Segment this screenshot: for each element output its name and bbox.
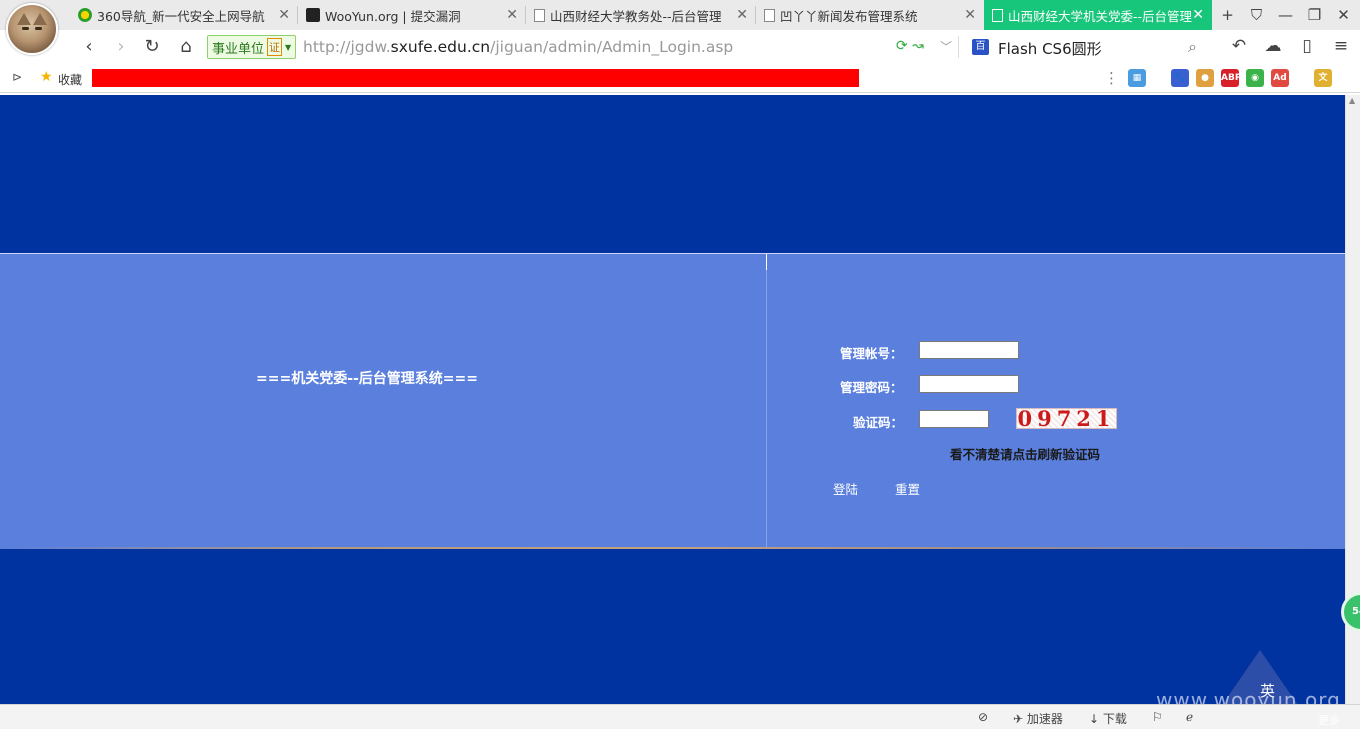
captcha-image[interactable]: 09721	[1016, 408, 1117, 429]
login-page: ===机关党委--后台管理系统=== 管理帐号： 管理密码： 验证码： 0972…	[0, 95, 1345, 704]
tab-close-icon[interactable]: ✕	[506, 7, 518, 23]
username-label: 管理帐号：	[840, 346, 903, 361]
mobile-icon[interactable]: ▯	[1294, 36, 1320, 56]
tab-label: WooYun.org | 提交漏洞	[325, 8, 461, 24]
url-field[interactable]: http://jgdw.sxufe.edu.cn/jiguan/admin/Ad…	[303, 38, 733, 56]
username-input[interactable]	[919, 341, 1019, 359]
tab-360-nav[interactable]: 360导航_新一代安全上网导航 ✕	[70, 0, 298, 30]
cat-eye-icon	[22, 27, 29, 30]
rss-ext-icon[interactable]: ◉	[1246, 69, 1264, 87]
divider	[958, 36, 959, 58]
wooyun-icon	[306, 8, 320, 22]
tab-close-icon[interactable]: ✕	[964, 7, 976, 23]
page-icon	[764, 8, 775, 22]
url-host: sxufe.edu.cn	[390, 38, 491, 56]
minimize-button[interactable]: —	[1271, 6, 1300, 24]
tab-label: 360导航_新一代安全上网导航	[97, 8, 265, 24]
search-engine-icon[interactable]: 百	[972, 39, 989, 55]
tab-label: 山西财经大学机关党委--后台管理	[1008, 8, 1193, 24]
sidebar-toggle-icon[interactable]: ⊳	[12, 70, 22, 84]
status-ie-icon[interactable]: ℯ	[1186, 710, 1193, 724]
site-cert-badge[interactable]: 事业单位 证 ▼	[207, 35, 297, 59]
browser-360-icon	[78, 8, 92, 22]
undo-close-button[interactable]: ↶	[1226, 36, 1252, 56]
refresh-captcha-link[interactable]: 看不清楚请点击刷新验证码	[950, 444, 1100, 463]
back-button[interactable]: ‹	[78, 36, 100, 57]
cat-ear-icon	[33, 13, 47, 25]
captcha-input[interactable]	[919, 410, 989, 428]
page-icon	[534, 8, 545, 22]
cloud-sync-icon[interactable]: ☁	[1260, 36, 1286, 56]
maximize-button[interactable]: ❐	[1300, 6, 1329, 24]
tab-jgdw-admin[interactable]: 山西财经大学机关党委--后台管理 ✕	[984, 0, 1212, 30]
status-bar: ⊘ ✈ 加速器 ↓ 下载 ⚐ ℯ 更多	[0, 704, 1360, 729]
search-input[interactable]: Flash CS6圆形	[998, 38, 1102, 59]
tab-close-icon[interactable]: ✕	[1192, 7, 1204, 23]
apps-ext-icon[interactable]: ▦	[1128, 69, 1146, 87]
cat-eye-icon	[35, 27, 42, 30]
new-tab-button[interactable]: +	[1213, 6, 1242, 24]
paw-ext-icon[interactable]: 🐾	[1171, 69, 1189, 87]
tab-jwc-admin[interactable]: 山西财经大学教务处--后台管理 ✕	[526, 0, 756, 30]
cookie-ext-icon[interactable]: ●	[1196, 69, 1214, 87]
tab-bar: 360导航_新一代安全上网导航 ✕ WooYun.org | 提交漏洞 ✕ 山西…	[0, 0, 1360, 55]
system-title: ===机关党委--后台管理系统===	[256, 371, 479, 387]
cat-ear-icon	[17, 13, 31, 25]
tab-label: 山西财经大学教务处--后台管理	[550, 8, 722, 24]
adblock-ext-icon[interactable]: ABP	[1221, 69, 1241, 87]
login-button[interactable]: 登陆	[833, 479, 858, 498]
reset-button[interactable]: 重置	[895, 479, 920, 498]
accelerator-button[interactable]: ✈ 加速器	[1013, 710, 1063, 727]
band-bottom-line	[0, 547, 1345, 549]
window-controls: + ⛉ — ❐ ✕	[1213, 0, 1358, 30]
scroll-up-icon[interactable]: ▲	[1349, 96, 1355, 105]
password-label: 管理密码：	[840, 380, 903, 395]
address-toolbar: ‹ › ↻ ⌂ 事业单位 证 ▼ http://jgdw.sxufe.edu.c…	[0, 30, 1360, 64]
adobe-ext-icon[interactable]: Ad	[1271, 69, 1289, 87]
status-flag-icon[interactable]: ⚐	[1152, 710, 1163, 724]
tab-wooyun[interactable]: WooYun.org | 提交漏洞 ✕	[298, 0, 526, 30]
menu-icon[interactable]: ≡	[1328, 36, 1354, 56]
tab-news-admin[interactable]: 凹丫丫新闻发布管理系统 ✕	[756, 0, 984, 30]
url-prefix: http://jgdw.	[303, 38, 391, 56]
forward-button[interactable]: ›	[110, 36, 132, 57]
reload-button[interactable]: ↻	[141, 36, 163, 57]
download-button[interactable]: ↓ 下载	[1089, 710, 1127, 727]
url-path: /jiguan/admin/Admin_Login.asp	[490, 38, 734, 56]
translate-ext-icon[interactable]: 文	[1314, 69, 1332, 87]
more-button[interactable]: 更多	[1318, 712, 1340, 728]
tab-close-icon[interactable]: ✕	[736, 7, 748, 23]
panel-divider	[766, 254, 767, 548]
right-toolbar: ↶ ☁ ▯ ≡	[1226, 36, 1360, 56]
status-speed-icon[interactable]: ⊘	[978, 710, 988, 724]
chevron-down-icon: ▼	[285, 42, 292, 52]
wooyun-watermark: 英 www.wooyun.org	[1140, 650, 1360, 712]
login-panel: ===机关党委--后台管理系统=== 管理帐号： 管理密码： 验证码： 0972…	[0, 253, 1345, 549]
star-icon: ★	[40, 69, 53, 85]
password-input[interactable]	[919, 375, 1019, 393]
captcha-label: 验证码：	[853, 415, 904, 430]
bookmarks-bar: ⊳ ★ 收藏 ⋮ ▦ 🐾 ● ABP ◉ Ad 文	[0, 64, 1360, 93]
restore-tab-icon[interactable]: ⛉	[1242, 6, 1271, 24]
search-icon[interactable]: ⌕	[1188, 37, 1197, 57]
tab-label: 凹丫丫新闻发布管理系统	[780, 8, 918, 24]
tab-close-icon[interactable]: ✕	[278, 7, 290, 23]
divider-tick	[766, 254, 767, 270]
close-window-button[interactable]: ✕	[1329, 6, 1358, 24]
more-dots-icon[interactable]: ⋮	[1104, 69, 1119, 87]
badge-label: 事业单位	[212, 41, 265, 57]
redacted-bookmarks	[92, 69, 859, 87]
cert-icon: 证	[267, 38, 283, 56]
bookmarks-button[interactable]: 收藏	[58, 71, 82, 88]
page-icon	[992, 8, 1003, 22]
user-avatar[interactable]	[6, 3, 58, 55]
chevron-down-icon[interactable]: ﹀	[940, 38, 952, 55]
home-button[interactable]: ⌂	[175, 36, 197, 57]
security-shield-icon[interactable]: ⟳ ↝	[896, 38, 924, 54]
